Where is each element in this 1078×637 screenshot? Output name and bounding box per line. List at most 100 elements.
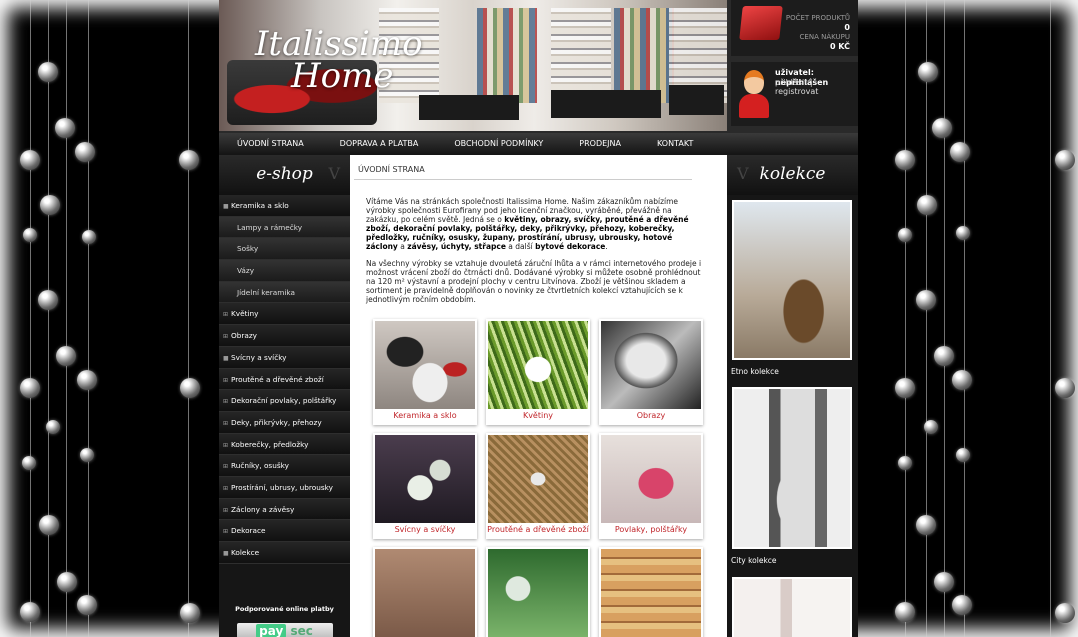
sidebar-category[interactable]: ⊞ Prostírání, ubrusy, ubrousky: [219, 476, 350, 499]
sidebar-category[interactable]: ⊞ Ručníky, osušky: [219, 455, 350, 477]
sidebar-category[interactable]: Jídelní keramika: [219, 281, 350, 304]
user-panel: uživatel: nepřihlášen přihlásit | regist…: [731, 62, 858, 126]
header: Italissimo Home POČET PRODUKTŮ 0 CENA NÁ…: [219, 0, 858, 133]
sidebar-category-label: Sošky: [237, 244, 259, 254]
sidebar-category[interactable]: ■ Kolekce: [219, 542, 350, 564]
intro-highlight: závěsy, úchyty, střapce: [407, 242, 506, 251]
sidebar-category-label: Proutěné a dřevěné zboží: [231, 374, 324, 384]
divider: [354, 179, 692, 180]
tile-proutene[interactable]: Proutěné a dřevěné zboží: [486, 433, 590, 539]
chevron-down-icon: V: [737, 164, 749, 183]
sidebar-category-label: Květiny: [231, 309, 259, 319]
header-banner-image: Italissimo Home: [219, 0, 727, 131]
tile-image: [488, 321, 588, 409]
register-link[interactable]: registrovat: [775, 87, 818, 96]
user-links-separator: |: [809, 78, 813, 87]
logo-line-2: Home: [291, 56, 394, 96]
sidebar-category[interactable]: ■ Keramika a sklo: [219, 195, 350, 217]
tile-keramika[interactable]: Keramika a sklo: [373, 319, 477, 425]
tile-image: [375, 549, 475, 637]
sidebar-category-label: Vázy: [237, 266, 255, 276]
category-list: ■ Keramika a sklo Lampy a rámečky Sošky Vázy…: [219, 195, 350, 564]
sidebar-category-label: Kolekce: [231, 548, 260, 557]
right-sidebar: V kolekce Etno kolekce City kolekce: [727, 155, 858, 637]
collection-third[interactable]: [732, 577, 852, 637]
paysec-logo[interactable]: pay sec: [236, 623, 333, 637]
tile-image: [488, 549, 588, 637]
user-avatar-icon: [739, 68, 769, 120]
tile-obrazy[interactable]: Obrazy: [599, 319, 703, 425]
sidebar-category-label: Deky, přikrývky, přehozy: [231, 417, 322, 427]
sidebar-category-label: Koberečky, předložky: [231, 439, 309, 449]
tile-caption: Květiny: [522, 411, 554, 420]
sidebar-category[interactable]: ⊞ Dekorační povlaky, polštářky: [219, 390, 350, 412]
sidebar-category-label: Záclony a závěsy: [231, 504, 295, 514]
sidebar-category[interactable]: Vázy: [219, 260, 350, 282]
intro-highlight: bytové dekorace: [535, 242, 606, 251]
collection-etno[interactable]: [732, 200, 852, 360]
tile-svicny[interactable]: Svícny a svíčky: [373, 433, 477, 539]
nav-shipping-payment[interactable]: DOPRAVA A PLATBA: [322, 133, 437, 155]
tile-povlaky[interactable]: Povlaky, polštářky: [599, 433, 703, 539]
sidebar-category-label: Lampy a rámečky: [237, 222, 303, 232]
tile-caption: Povlaky, polštářky: [614, 525, 688, 534]
nav-home[interactable]: ÚVODNÍ STRANA: [219, 133, 322, 155]
tile-koberecky[interactable]: [486, 547, 590, 637]
expand-marker-icon: ⊞: [223, 528, 229, 536]
tile-image: [375, 435, 475, 523]
sidebar-category[interactable]: Lampy a rámečky: [219, 216, 350, 239]
tile-kvetiny[interactable]: Květiny: [486, 319, 590, 425]
payments-title: Podporované online platby: [235, 605, 334, 613]
expand-marker-icon: ⊞: [223, 506, 229, 514]
tile-deky[interactable]: [373, 547, 477, 637]
sidebar-category[interactable]: ⊞ Dekorace: [219, 520, 350, 542]
expanded-marker-icon: ■: [223, 550, 229, 557]
sidebar-category-label: Ručníky, osušky: [231, 461, 289, 471]
cart-summary[interactable]: POČET PRODUKTŮ 0 CENA NÁKUPU 0 KČ: [731, 0, 858, 56]
sidebar-category[interactable]: Sošky: [219, 238, 350, 261]
chevron-down-icon: V: [328, 164, 340, 183]
cart-count-label: POČET PRODUKTŮ: [785, 14, 850, 22]
sidebar-category[interactable]: ⊞ Květiny: [219, 303, 350, 326]
sidebar-category[interactable]: ⊞ Obrazy: [219, 325, 350, 347]
collection-image: [734, 389, 850, 547]
breadcrumb: ÚVODNÍ STRANA: [358, 165, 425, 174]
collection-caption[interactable]: Etno kolekce: [731, 367, 779, 376]
sidebar-category-label: Prostírání, ubrusy, ubrousky: [231, 482, 333, 492]
collections-title: V kolekce: [727, 155, 858, 195]
site-logo[interactable]: Italissimo Home: [255, 27, 423, 96]
collection-image: [734, 579, 850, 637]
tile-caption: Proutěné a dřevěné zboží: [487, 525, 589, 534]
cart-price-label: CENA NÁKUPU: [799, 33, 850, 41]
nav-store[interactable]: PRODEJNA: [561, 133, 639, 155]
sidebar-category-label: Dekorační povlaky, polštářky: [231, 396, 337, 406]
expand-marker-icon: ⊞: [223, 398, 229, 406]
sidebar-category[interactable]: ⊞ Záclony a závěsy: [219, 498, 350, 521]
main-content: ÚVODNÍ STRANA Vítáme Vás na stránkách sp…: [350, 155, 727, 637]
intro-text: .: [605, 242, 608, 251]
tile-caption: Svícny a svíčky: [394, 525, 456, 534]
sidebar-category-label: Jídelní keramika: [237, 287, 295, 297]
expand-marker-icon: ⊞: [223, 419, 229, 427]
nav-contact[interactable]: KONTAKT: [639, 133, 711, 155]
tile-image: [601, 549, 701, 637]
sidebar-category-label: Dekorace: [231, 526, 266, 536]
sidebar-category-label: Obrazy: [231, 331, 257, 341]
sidebar-category[interactable]: ■ Svícny a svíčky: [219, 346, 350, 369]
expand-marker-icon: ⊞: [223, 484, 229, 492]
expand-marker-icon: ⊞: [223, 311, 229, 319]
sidebar-category[interactable]: ⊞ Koberečky, předložky: [219, 433, 350, 456]
sidebar-category[interactable]: ⊞ Proutěné a dřevěné zboží: [219, 368, 350, 391]
collection-caption[interactable]: City kolekce: [731, 556, 777, 565]
collection-image: [734, 202, 850, 358]
nav-terms[interactable]: OBCHODNÍ PODMÍNKY: [436, 133, 561, 155]
collection-city[interactable]: [732, 387, 852, 549]
site-container: Italissimo Home POČET PRODUKTŮ 0 CENA NÁ…: [219, 0, 858, 637]
tile-caption: Obrazy: [636, 411, 666, 420]
tile-rucniky[interactable]: [599, 547, 703, 637]
cart-count-value: 0: [844, 23, 850, 32]
tile-image: [375, 321, 475, 409]
sidebar-category[interactable]: ⊞ Deky, přikrývky, přehozy: [219, 411, 350, 434]
intro-text: a: [397, 242, 408, 251]
login-link[interactable]: přihlásit: [775, 78, 807, 87]
